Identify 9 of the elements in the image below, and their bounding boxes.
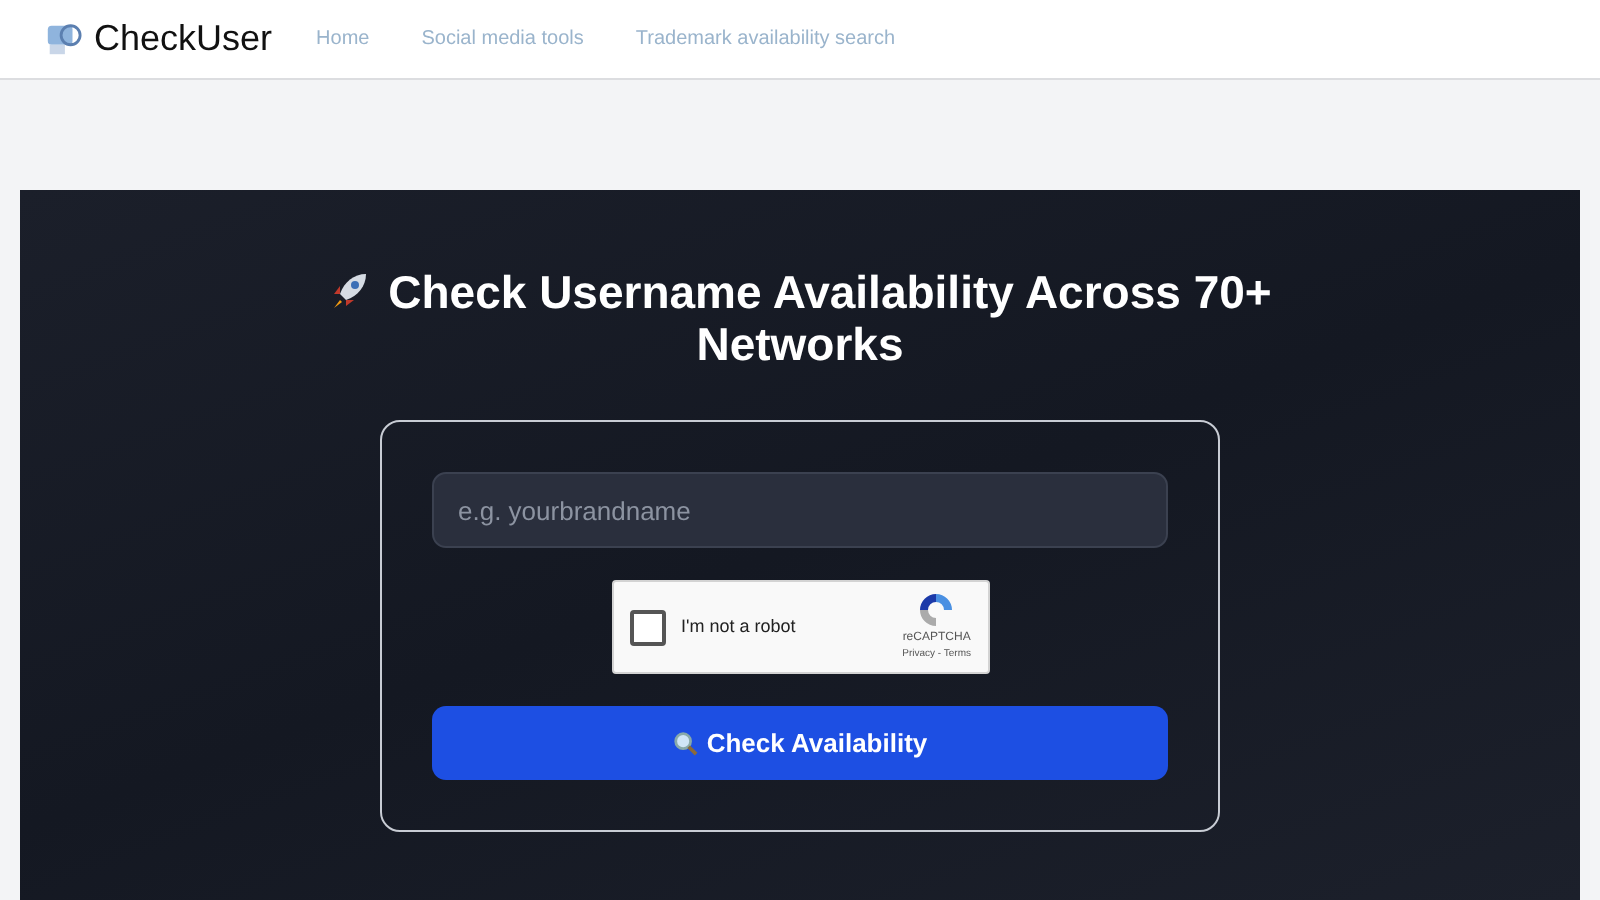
captcha-label: I'm not a robot: [681, 613, 798, 640]
search-icon: [672, 730, 699, 756]
logo-icon: [44, 20, 82, 58]
page-title: Check Username Availability Across 70+ Networks: [388, 266, 1272, 370]
recaptcha-logo-icon: [916, 590, 957, 631]
brand-name[interactable]: CheckUser: [94, 12, 273, 66]
check-availability-button[interactable]: Check Availability: [432, 706, 1168, 780]
captcha-checkbox[interactable]: [629, 609, 665, 645]
username-field[interactable]: e.g. yourbrandname: [432, 472, 1168, 548]
